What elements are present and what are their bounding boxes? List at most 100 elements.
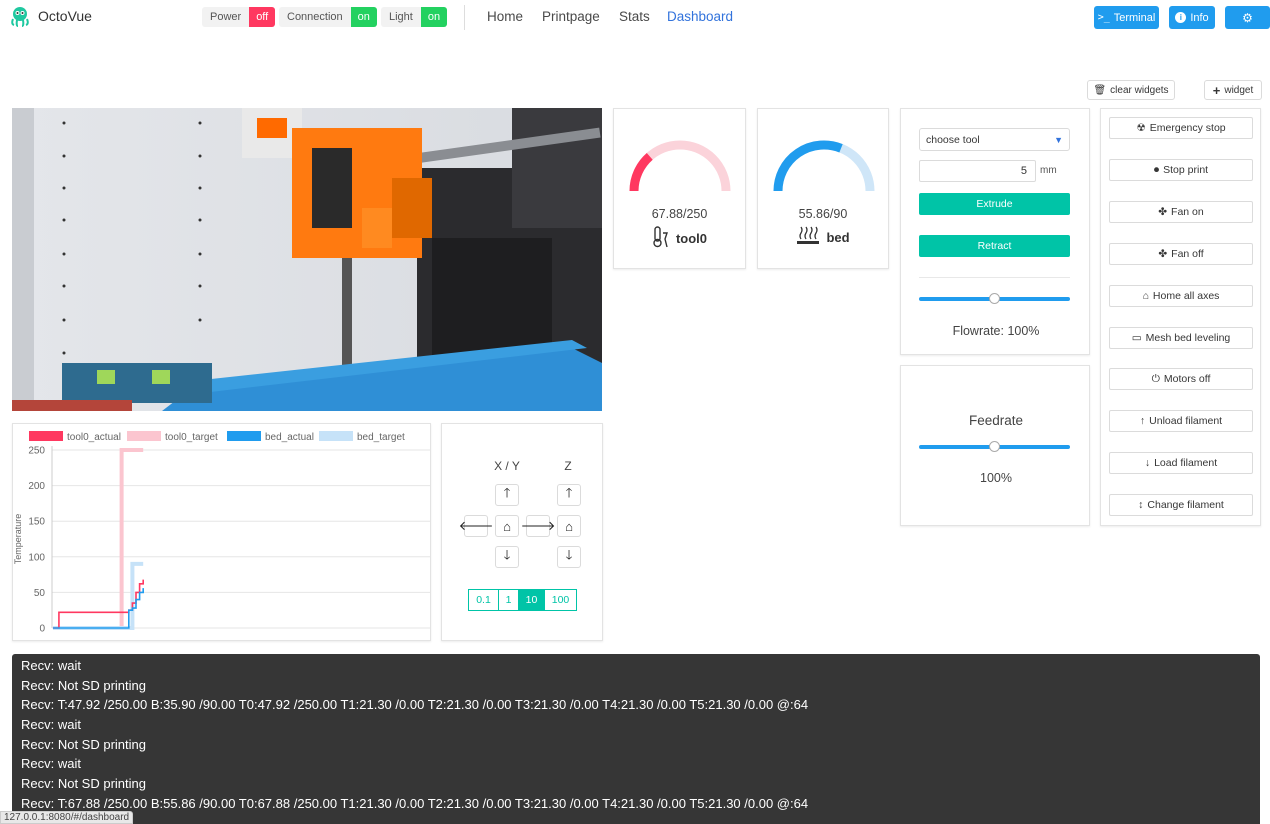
navbar: OctoVue Power off Connection on Light on… — [0, 0, 1270, 34]
tool0-temp-value: 67.88/250 — [651, 207, 708, 221]
chart-legend-swatch — [227, 431, 261, 441]
arrows-vertical-icon: ↕ — [1138, 499, 1144, 511]
flowrate-label: Flowrate: 100% — [952, 324, 1040, 338]
jog-x-plus-button[interactable]: 🡒 — [521, 515, 555, 537]
fan-on-button[interactable]: ✤ Fan on — [1109, 201, 1253, 223]
power-toggle-label: Power — [210, 11, 242, 23]
connection-toggle-state[interactable]: on — [350, 7, 377, 27]
webcam-stream — [12, 108, 602, 411]
jog-x-minus-button[interactable]: 🡐 — [459, 515, 493, 537]
flowrate-slider[interactable] — [919, 293, 1070, 304]
bed-gauge — [773, 140, 875, 192]
chart-legend-label: tool0_target — [165, 432, 218, 443]
light-toggle[interactable]: Light on — [381, 7, 448, 27]
add-widget-button[interactable]: + widget — [1204, 80, 1262, 100]
extrude-unit-label: mm — [1040, 165, 1057, 176]
terminal-output[interactable]: Recv: wait Recv: Not SD printing Recv: T… — [12, 654, 1260, 824]
motors-off-button[interactable]: ⏻ Motors off — [1109, 368, 1253, 390]
tool0-gauge — [629, 140, 731, 192]
settings-button[interactable]: ⚙ — [1225, 6, 1270, 29]
terminal-line: Recv: Not SD printing — [21, 776, 146, 791]
terminal-line: Recv: T:67.88 /250.00 B:55.86 /90.00 T0:… — [21, 796, 809, 811]
octopus-logo-icon — [11, 7, 29, 27]
brand-name: OctoVue — [38, 8, 92, 24]
info-button[interactable]: i Info — [1169, 6, 1215, 29]
chart-legend-swatch — [29, 431, 63, 441]
jog-home-z-button[interactable]: ⌂ — [557, 515, 581, 537]
navbar-divider — [464, 5, 465, 30]
terminal-button-label: Terminal — [1113, 11, 1156, 24]
stop-print-button[interactable]: ⏺ Stop print — [1109, 159, 1253, 181]
load-filament-label: Load filament — [1154, 457, 1218, 469]
chart-y-axis-label: Temperature — [13, 514, 23, 565]
webcam-image — [12, 108, 602, 411]
retract-button[interactable]: Retract — [919, 235, 1070, 257]
jog-z-minus-button[interactable]: 🡓 — [557, 546, 581, 568]
terminal-line: Recv: wait — [21, 658, 81, 673]
feedrate-slider-knob[interactable] — [989, 441, 1000, 452]
feedrate-slider[interactable] — [919, 441, 1070, 452]
terminal-line: Recv: wait — [21, 756, 81, 771]
extrude-amount-input[interactable]: 5 — [919, 160, 1036, 182]
fan-on-label: Fan on — [1171, 206, 1204, 218]
change-filament-button[interactable]: ↕ Change filament — [1109, 494, 1253, 516]
power-icon: ⏻ — [1151, 372, 1160, 385]
z-axis-label: Z — [564, 459, 572, 473]
hotend-thermometer-icon — [652, 225, 670, 252]
step-0-1-button[interactable]: 0.1 — [468, 589, 499, 611]
power-toggle[interactable]: Power off — [202, 7, 276, 27]
jog-home-xy-button[interactable]: ⌂ — [495, 515, 519, 537]
home-icon: ⌂ — [565, 518, 573, 534]
browser-status-url: 127.0.0.1:8080/#/dashboard — [0, 811, 134, 824]
jog-y-plus-button[interactable]: 🡑 — [495, 484, 519, 506]
feedrate-card: Feedrate 100% — [900, 365, 1090, 526]
arrow-left-icon: 🡐 — [458, 518, 494, 533]
step-100-button[interactable]: 100 — [544, 589, 577, 611]
commands-card: ☢ Emergency stop ⏺ Stop print ✤ Fan on ✤ Fan… — [1100, 108, 1261, 526]
terminal-button[interactable]: >_ Terminal — [1094, 6, 1159, 29]
arrow-down-icon: ↓ — [1144, 457, 1151, 469]
feedrate-value: 100% — [980, 471, 1012, 485]
brand[interactable]: OctoVue — [8, 4, 92, 28]
nav-stats[interactable]: Stats — [619, 9, 650, 24]
bed-icon: ▭ — [1131, 332, 1142, 344]
chart-y-tick-label: 50 — [34, 588, 46, 599]
home-icon: ⌂ — [1142, 290, 1149, 302]
home-all-axes-button[interactable]: ⌂ Home all axes — [1109, 285, 1253, 307]
step-10-button[interactable]: 10 — [518, 589, 545, 611]
chart-legend-swatch — [127, 431, 161, 441]
power-toggle-state[interactable]: off — [249, 7, 276, 27]
xy-axis-label: X / Y — [494, 459, 520, 473]
nav-dashboard[interactable]: Dashboard — [667, 9, 733, 24]
mesh-bed-leveling-button[interactable]: ▭ Mesh bed leveling — [1109, 327, 1253, 349]
flowrate-slider-knob[interactable] — [989, 293, 1000, 304]
step-1-button[interactable]: 1 — [498, 589, 519, 611]
chart-series-line — [53, 579, 144, 629]
emergency-stop-button[interactable]: ☢ Emergency stop — [1109, 117, 1253, 139]
clear-widgets-button[interactable]: 🗑 clear widgets — [1087, 80, 1175, 100]
nav-home[interactable]: Home — [487, 9, 523, 24]
connection-toggle[interactable]: Connection on — [279, 7, 377, 27]
bed-temp-value: 55.86/90 — [798, 207, 848, 221]
terminal-icon: >_ — [1097, 12, 1110, 23]
chart-y-tick-label: 250 — [28, 446, 45, 457]
jog-z-plus-button[interactable]: 🡑 — [557, 484, 581, 506]
light-toggle-state[interactable]: on — [420, 7, 448, 27]
fan-off-button[interactable]: ✤ Fan off — [1109, 243, 1253, 265]
tool-select[interactable]: choose tool ▼ — [919, 128, 1070, 151]
chart-series-line — [53, 561, 144, 630]
bed-name: bed — [826, 230, 850, 245]
chart-y-tick-label: 0 — [39, 624, 45, 635]
chart-series-line — [53, 448, 144, 630]
temperature-chart-card: 0 50 100 150 200 250 Temperature tool0_actual to… — [12, 423, 431, 641]
jog-y-minus-button[interactable]: 🡓 — [495, 546, 519, 568]
extrude-button[interactable]: Extrude — [919, 193, 1070, 215]
nav-printpage[interactable]: Printpage — [542, 9, 600, 24]
load-filament-button[interactable]: ↓ Load filament — [1109, 452, 1253, 474]
feedrate-label: Feedrate — [968, 413, 1024, 428]
chart-legend-label: bed_actual — [265, 432, 314, 443]
fan-icon: ✤ — [1158, 206, 1168, 218]
unload-filament-button[interactable]: ↑ Unload filament — [1109, 410, 1253, 432]
stop-print-label: Stop print — [1163, 164, 1209, 176]
home-all-axes-label: Home all axes — [1152, 290, 1220, 302]
